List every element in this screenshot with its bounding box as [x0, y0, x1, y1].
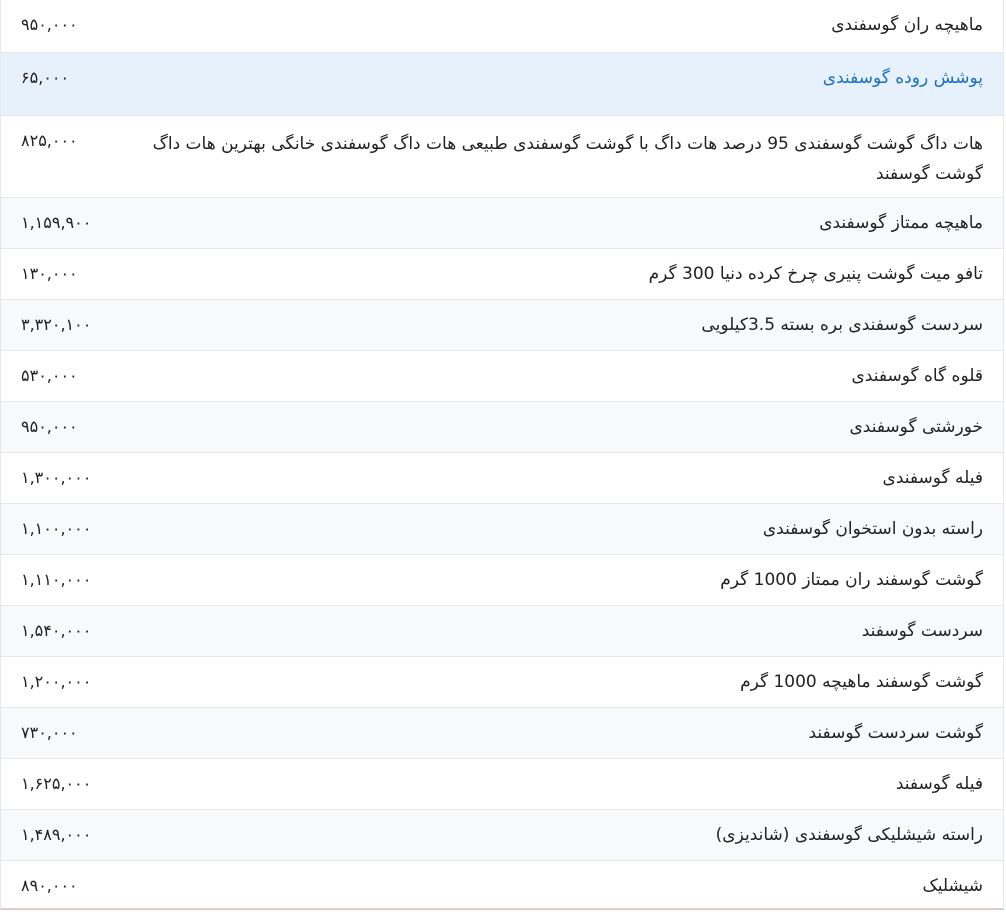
table-row: ۱,۶۲۵,۰۰۰ فیله گوسفند [1, 758, 1003, 809]
product-price: ۹۵۰,۰۰۰ [21, 15, 78, 34]
table-row: ۱,۵۴۰,۰۰۰ سردست گوسفند [1, 605, 1003, 656]
table-row: ۷۳۰,۰۰۰ گوشت سردست گوسفند [1, 707, 1003, 758]
product-name: سردست گوسفند [861, 621, 983, 641]
product-price: ۳,۳۲۰,۱۰۰ [21, 315, 92, 334]
table-row: ۱,۱۵۹,۹۰۰ ماهیچه ممتاز گوسفندی [1, 197, 1003, 248]
product-price: ۹۵۰,۰۰۰ [21, 417, 78, 436]
product-name: فیله گوسفندی [882, 468, 983, 488]
product-name: هات داگ گوشت گوسفندی 95 درصد هات داگ با … [152, 134, 983, 184]
product-price: ۱,۴۸۹,۰۰۰ [21, 825, 92, 844]
product-name: ماهیچه ممتاز گوسفندی [819, 213, 983, 233]
product-price: ۱,۶۲۵,۰۰۰ [21, 774, 92, 793]
product-name: گوشت گوسفند ران ممتاز 1000 گرم [720, 570, 983, 590]
product-price: ۷۳۰,۰۰۰ [21, 723, 78, 742]
table-row: ۱,۲۰۰,۰۰۰ گوشت گوسفند ماهیچه 1000 گرم [1, 656, 1003, 707]
price-table: ۹۵۰,۰۰۰ ماهیچه ران گوسفندی ۶۵,۰۰۰ پوشش ر… [0, 0, 1004, 910]
table-row: ۵۳۰,۰۰۰ قلوه گاه گوسفندی [1, 350, 1003, 401]
product-name: گوشت سردست گوسفند [808, 723, 983, 743]
product-name: راسته بدون استخوان گوسفندی [762, 519, 983, 539]
product-price: ۱,۱۵۹,۹۰۰ [21, 213, 92, 232]
product-price: ۸۹۰,۰۰۰ [21, 876, 78, 895]
product-price: ۱۳۰,۰۰۰ [21, 264, 78, 283]
table-row: ۸۹۰,۰۰۰ شیشلیک [1, 860, 1003, 910]
product-price: ۸۲۵,۰۰۰ [21, 131, 78, 150]
table-row: ۸۲۵,۰۰۰ هات داگ گوشت گوسفندی 95 درصد هات… [1, 115, 1003, 197]
table-row: ۱,۱۰۰,۰۰۰ راسته بدون استخوان گوسفندی [1, 503, 1003, 554]
product-price: ۱,۳۰۰,۰۰۰ [21, 468, 92, 487]
product-price: ۱,۵۴۰,۰۰۰ [21, 621, 92, 640]
product-price: ۱,۱۰۰,۰۰۰ [21, 519, 92, 538]
product-name: خورشتی گوسفندی [849, 417, 983, 437]
product-price: ۵۳۰,۰۰۰ [21, 366, 78, 385]
product-name-link[interactable]: پوشش روده گوسفندی [103, 67, 983, 89]
product-price: ۶۵,۰۰۰ [21, 68, 70, 87]
table-row: ۹۵۰,۰۰۰ ماهیچه ران گوسفندی [1, 0, 1003, 52]
table-row: ۳,۳۲۰,۱۰۰ سردست گوسفندی بره بسته 3.5کیلو… [1, 299, 1003, 350]
product-name: سردست گوسفندی بره بسته 3.5کیلویی [701, 315, 983, 335]
table-row: ۱,۴۸۹,۰۰۰ راسته شیشلیکی گوسفندی (شاندیزی… [1, 809, 1003, 860]
product-price: ۱,۱۱۰,۰۰۰ [21, 570, 92, 589]
product-name: ماهیچه ران گوسفندی [831, 15, 983, 35]
product-name: تافو میت گوشت پنیری چرخ کرده دنیا 300 گر… [648, 264, 983, 284]
product-name: گوشت گوسفند ماهیچه 1000 گرم [740, 672, 983, 692]
product-price: ۱,۲۰۰,۰۰۰ [21, 672, 92, 691]
table-row: ۱,۳۰۰,۰۰۰ فیله گوسفندی [1, 452, 1003, 503]
product-name: فیله گوسفند [895, 774, 983, 794]
product-name: قلوه گاه گوسفندی [851, 366, 983, 386]
product-name: شیشلیک [922, 876, 983, 896]
table-row[interactable]: ۶۵,۰۰۰ پوشش روده گوسفندی [1, 52, 1003, 115]
table-row: ۱۳۰,۰۰۰ تافو میت گوشت پنیری چرخ کرده دنی… [1, 248, 1003, 299]
table-row: ۱,۱۱۰,۰۰۰ گوشت گوسفند ران ممتاز 1000 گرم [1, 554, 1003, 605]
table-row: ۹۵۰,۰۰۰ خورشتی گوسفندی [1, 401, 1003, 452]
product-name: راسته شیشلیکی گوسفندی (شاندیزی) [715, 825, 983, 845]
